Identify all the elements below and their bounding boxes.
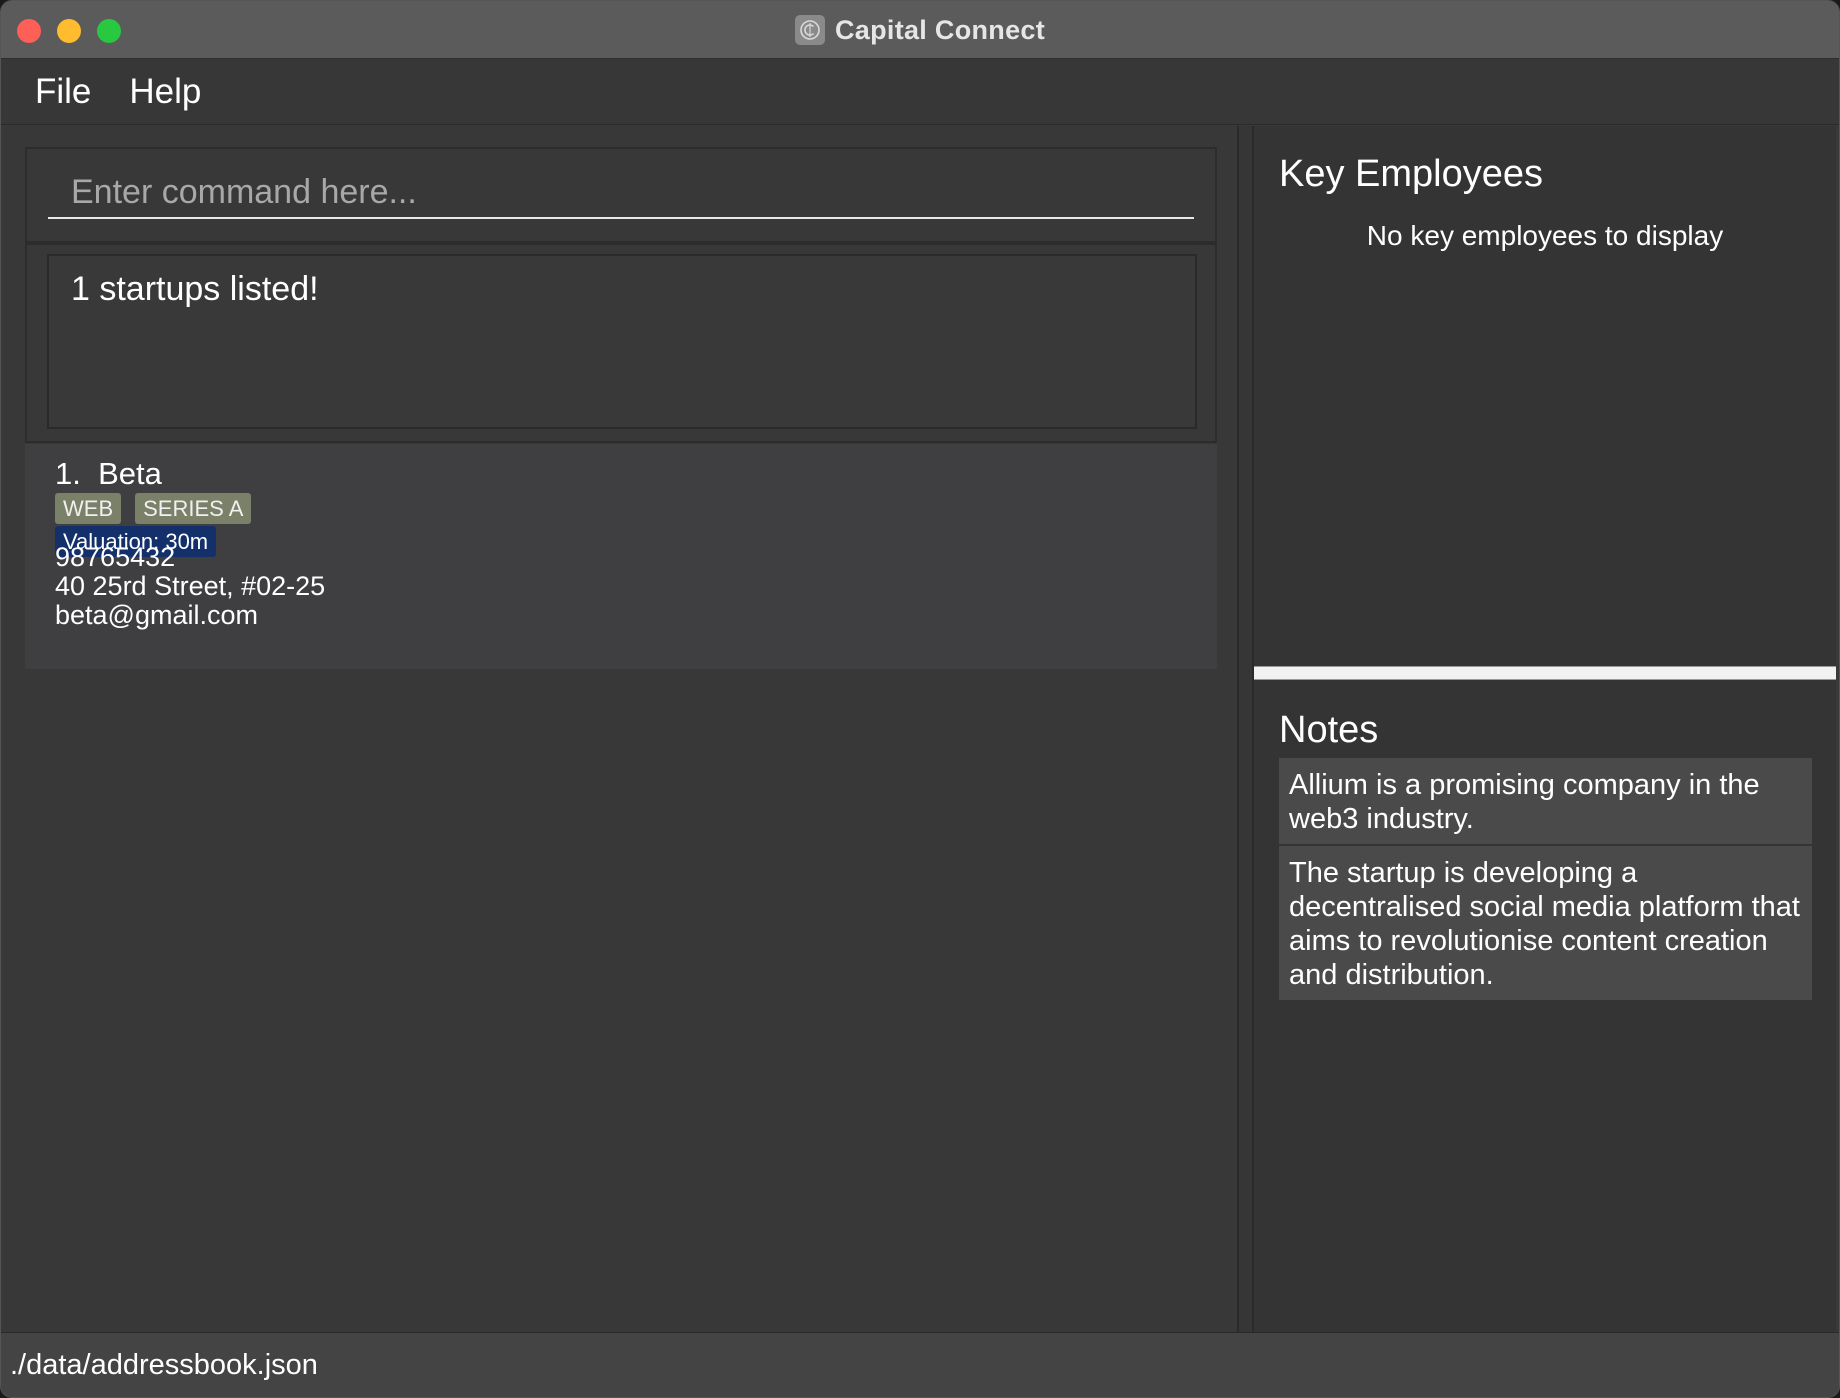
startup-phone: 98765432 [55, 542, 176, 572]
menu-file[interactable]: File [35, 72, 91, 112]
tag-list: WEB SERIES A [55, 493, 252, 524]
startup-name: Beta [98, 456, 162, 491]
menu-help[interactable]: Help [129, 72, 201, 112]
result-display-container: 1 startups listed! [25, 243, 1217, 443]
status-bar: ./data/addressbook.json [1, 1332, 1839, 1397]
result-display: 1 startups listed! [47, 254, 1197, 429]
key-employees-panel: Key Employees No key employees to displa… [1254, 126, 1836, 666]
note-item[interactable]: The startup is developing a decentralise… [1279, 846, 1812, 1000]
startup-address: 40 25rd Street, #02-25 [55, 571, 326, 601]
data-file-path: ./data/addressbook.json [10, 1349, 318, 1381]
command-box [25, 147, 1217, 243]
startup-card[interactable]: 1. Beta WEB SERIES A Valuation: 30m 9876… [25, 444, 1217, 669]
window-title: Capital Connect [834, 14, 1046, 45]
industry-tag: WEB [55, 493, 122, 524]
notes-panel: Notes Allium is a promising company in t… [1254, 680, 1836, 1332]
key-employees-empty-message: No key employees to display [1366, 220, 1724, 251]
notes-heading: Notes [1279, 709, 1379, 751]
panel-split-handle[interactable] [1254, 666, 1836, 680]
startup-title: 1. Beta [55, 456, 162, 492]
command-input[interactable] [48, 167, 1194, 219]
menu-bar: File Help [1, 59, 1839, 125]
title-wrap: Capital Connect [1, 1, 1839, 59]
key-employees-heading: Key Employees [1279, 153, 1544, 195]
funding-stage-tag: SERIES A [135, 493, 252, 524]
title-bar: Capital Connect [1, 1, 1839, 59]
note-item[interactable]: Allium is a promising company in the web… [1279, 758, 1812, 844]
pane-divider[interactable] [1237, 126, 1254, 1332]
app-window: Capital Connect File Help 1 startups lis… [0, 0, 1840, 1398]
startup-email: beta@gmail.com [55, 600, 258, 630]
result-message: 1 startups listed! [71, 270, 319, 308]
startup-index: 1. [55, 456, 81, 491]
capital-connect-logo-icon [794, 15, 825, 45]
main-pane: 1 startups listed! 1. Beta WEB SERIES A … [4, 126, 1237, 1332]
